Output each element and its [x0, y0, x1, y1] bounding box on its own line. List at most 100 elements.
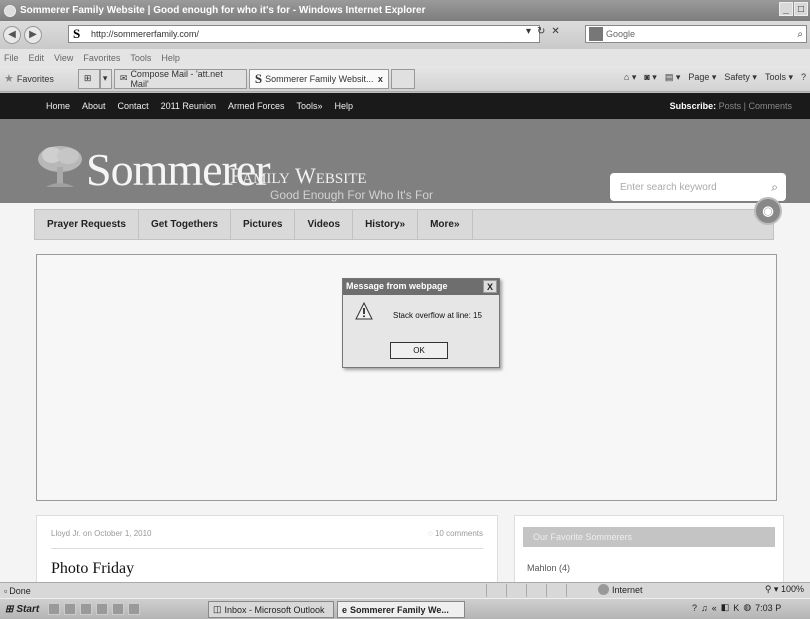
- sidebar-heading: Our Favorite Sommerers: [523, 527, 775, 547]
- home-icon[interactable]: ⌂ ▾: [624, 72, 636, 83]
- menu-file[interactable]: File: [4, 53, 19, 63]
- nav-2011-reunion[interactable]: 2011 Reunion: [161, 101, 216, 111]
- zoom-control[interactable]: ⚲ ▾ 100%: [765, 584, 804, 595]
- back-icon[interactable]: ◀: [3, 26, 21, 44]
- menu-edit[interactable]: Edit: [29, 53, 45, 63]
- safety-menu[interactable]: Safety ▾: [724, 72, 757, 83]
- tools-menu[interactable]: Tools ▾: [765, 72, 793, 83]
- nav-tools[interactable]: Tools»: [296, 101, 322, 111]
- menu-favorites[interactable]: Favorites: [83, 53, 120, 63]
- outlook-icon: ◫: [213, 604, 222, 614]
- subnav-more[interactable]: More»: [418, 210, 473, 239]
- forward-icon[interactable]: ▶: [24, 26, 42, 44]
- status-segment: [546, 584, 560, 597]
- quick-launch-icon[interactable]: [112, 603, 125, 615]
- windows-flag-icon: ⊞: [5, 603, 14, 615]
- site-search-placeholder: Enter search keyword: [620, 181, 717, 193]
- zoom-icon: ⚲ ▾: [764, 584, 781, 594]
- nav-contact[interactable]: Contact: [118, 101, 149, 111]
- status-segment: [506, 584, 520, 597]
- security-zone[interactable]: Internet: [598, 584, 643, 595]
- stop-icon[interactable]: ✕: [551, 26, 559, 37]
- tab-close-icon[interactable]: x: [378, 74, 383, 84]
- nav-about[interactable]: About: [82, 101, 106, 111]
- subnav-prayer-requests[interactable]: Prayer Requests: [35, 210, 139, 239]
- search-input[interactable]: Google ⌕: [585, 25, 807, 43]
- feeds-icon[interactable]: ◙ ▾: [644, 72, 656, 83]
- site-sub-nav: Prayer Requests Get Togethers Pictures V…: [34, 209, 774, 240]
- address-row: ◀ ▶ S http://sommererfamily.com/ ▾ ↻ ✕ G…: [0, 21, 810, 49]
- subscribe-comments-link[interactable]: Comments: [748, 101, 792, 111]
- subnav-history[interactable]: History»: [353, 210, 419, 239]
- subscribe-label: Subscribe:: [669, 101, 717, 111]
- search-provider-icon: [589, 27, 603, 41]
- site-logo-subtext[interactable]: Family Website: [230, 163, 367, 189]
- network-icon[interactable]: ♫: [701, 603, 708, 613]
- post-title[interactable]: Photo Friday: [51, 560, 134, 578]
- quick-tabs-icon[interactable]: ⊞: [77, 68, 100, 89]
- tray-app-icon[interactable]: ◍: [743, 602, 751, 613]
- search-icon[interactable]: ⌕: [797, 29, 803, 40]
- tray-expand-icon[interactable]: «: [712, 603, 717, 613]
- address-bar[interactable]: S http://sommererfamily.com/: [68, 25, 540, 43]
- sidebar-item[interactable]: Mahlon (4): [527, 563, 570, 573]
- dropdown-arrow-icon[interactable]: ▾: [526, 26, 531, 37]
- quick-launch-icon[interactable]: [80, 603, 93, 615]
- menu-view[interactable]: View: [54, 53, 73, 63]
- clock[interactable]: 7:03 P: [755, 603, 781, 613]
- status-bar: ▫ Done Internet ⚲ ▾ 100%: [0, 582, 810, 598]
- maximize-button[interactable]: □: [794, 2, 808, 16]
- quick-launch-icon[interactable]: [96, 603, 109, 615]
- favorites-button[interactable]: ★ Favorites: [4, 72, 54, 85]
- dialog-close-button[interactable]: X: [483, 280, 497, 293]
- mail-icon: ✉: [119, 73, 128, 83]
- tray-app-icon[interactable]: ◧: [721, 602, 730, 613]
- task-label: Inbox - Microsoft Outlook: [224, 604, 325, 615]
- window-title: Sommerer Family Website | Good enough fo…: [20, 5, 426, 16]
- star-icon: ★: [4, 73, 14, 85]
- post-comments-count: 10 comments: [434, 529, 483, 538]
- status-text: Done: [9, 585, 31, 596]
- status-segment: [526, 584, 540, 597]
- tab-list-icon[interactable]: ▾: [99, 68, 112, 89]
- post-comments-link[interactable]: ◌ 10 comments: [428, 529, 483, 538]
- help-icon[interactable]: ?: [692, 603, 697, 613]
- status-segment: [566, 584, 580, 597]
- alert-dialog: Message from webpage X Stack overflow at…: [342, 278, 500, 368]
- task-ie[interactable]: e Sommerer Family We...: [337, 601, 465, 618]
- menu-tools[interactable]: Tools: [130, 53, 151, 63]
- nav-armed-forces[interactable]: Armed Forces: [228, 101, 285, 111]
- ok-button[interactable]: OK: [390, 342, 448, 359]
- refresh-icon[interactable]: ↻: [537, 26, 545, 37]
- print-icon[interactable]: ▤ ▾: [665, 72, 681, 83]
- task-outlook[interactable]: ◫ Inbox - Microsoft Outlook: [208, 601, 334, 618]
- search-placeholder: Google: [606, 29, 636, 39]
- post-meta: Lloyd Jr. on October 1, 2010: [51, 529, 152, 538]
- dialog-message: Stack overflow at line: 15: [393, 311, 482, 320]
- tree-logo-icon[interactable]: [34, 143, 86, 191]
- subnav-videos[interactable]: Videos: [295, 210, 354, 239]
- nav-help[interactable]: Help: [335, 101, 354, 111]
- tab-sommerer[interactable]: S Sommerer Family Websit... x: [248, 68, 389, 89]
- tab-compose-mail[interactable]: ✉ Compose Mail - 'att.net Mail': [113, 68, 247, 89]
- quick-launch-icon[interactable]: [48, 603, 61, 615]
- site-search-input[interactable]: Enter search keyword ⌕: [610, 173, 786, 201]
- nav-home[interactable]: Home: [46, 101, 70, 111]
- subnav-get-togethers[interactable]: Get Togethers: [139, 210, 231, 239]
- tab-label: Sommerer Family Websit...: [265, 73, 374, 84]
- tray-app-icon[interactable]: K: [733, 603, 739, 613]
- search-icon[interactable]: ⌕: [771, 180, 778, 195]
- help-icon[interactable]: ?: [801, 72, 806, 83]
- quick-launch-icon[interactable]: [64, 603, 77, 615]
- favorites-label: Favorites: [16, 73, 54, 84]
- subscribe-posts-link[interactable]: Posts: [719, 101, 742, 111]
- start-button[interactable]: ⊞ Start: [0, 600, 44, 619]
- subnav-pictures[interactable]: Pictures: [231, 210, 296, 239]
- minimize-button[interactable]: _: [779, 2, 793, 16]
- rss-icon[interactable]: ◉: [754, 197, 782, 225]
- page-menu[interactable]: Page ▾: [688, 72, 716, 83]
- new-tab-button[interactable]: [390, 68, 415, 89]
- quick-launch-icon[interactable]: [128, 603, 141, 615]
- menu-help[interactable]: Help: [161, 53, 180, 63]
- globe-icon: [598, 584, 609, 595]
